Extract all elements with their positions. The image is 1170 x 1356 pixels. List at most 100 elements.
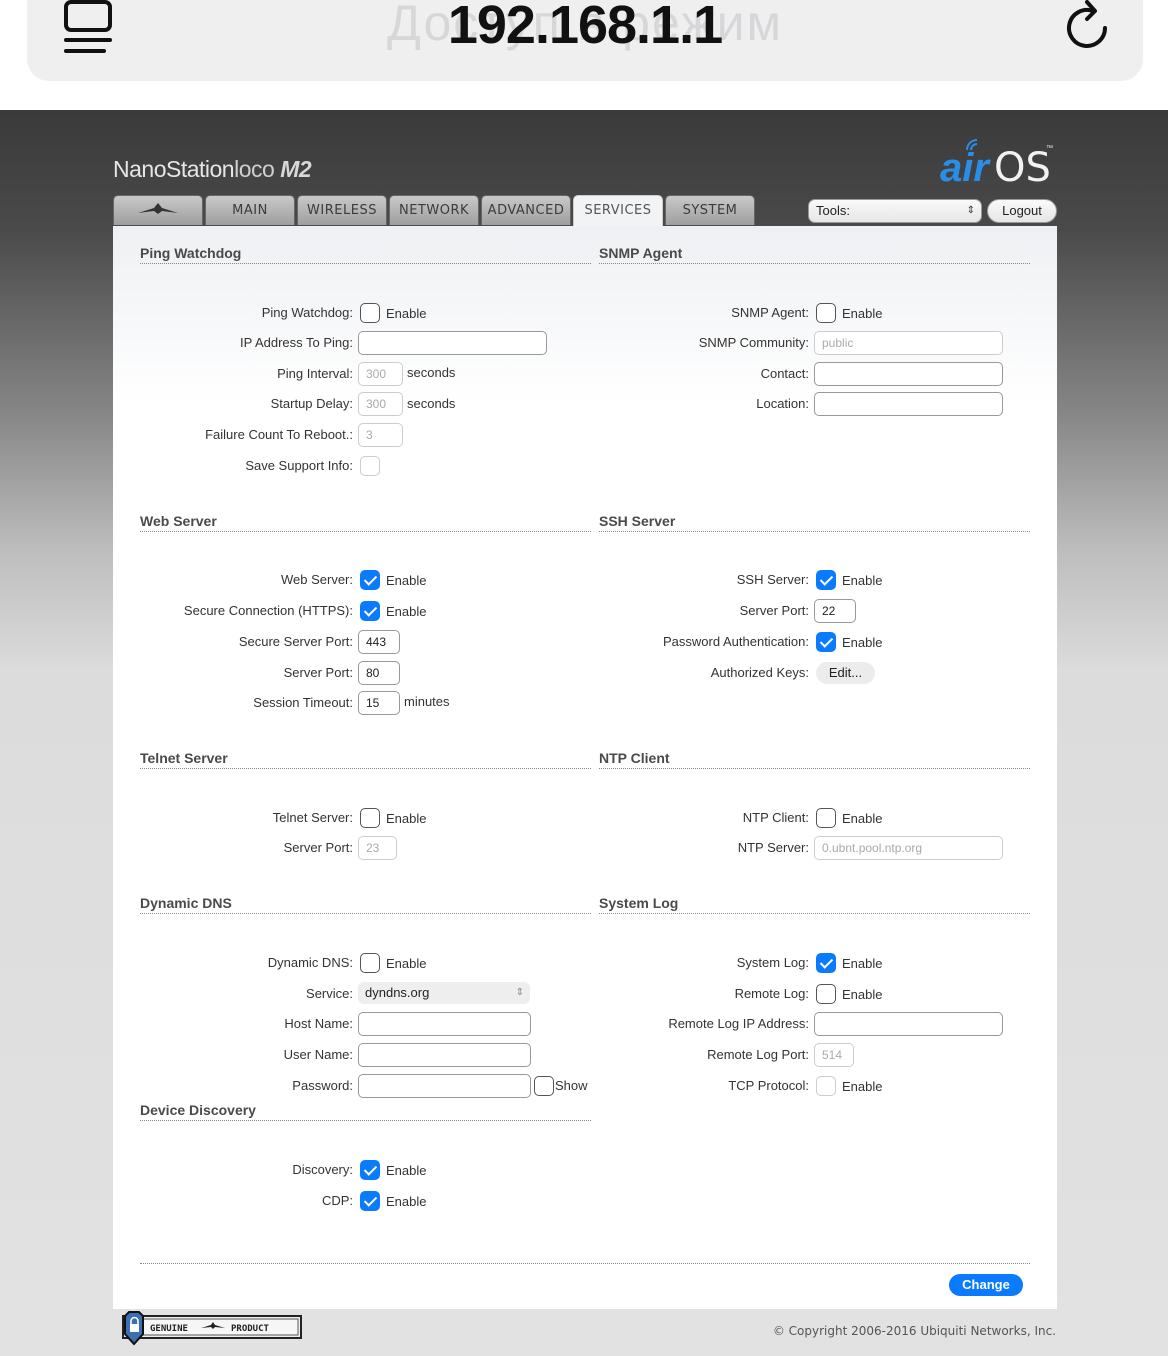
ddns-host-label: Host Name: bbox=[284, 1016, 353, 1031]
section-divider bbox=[140, 768, 591, 769]
section-title-telnet: Telnet Server bbox=[140, 750, 228, 766]
telnet-port-input[interactable]: 23 bbox=[358, 836, 397, 860]
section-title-ntp: NTP Client bbox=[599, 750, 670, 766]
ddns-enable-text: Enable bbox=[386, 956, 427, 971]
snmp-agent-label: SNMP Agent: bbox=[731, 305, 809, 320]
ddns-service-label: Service: bbox=[306, 986, 353, 1001]
section-divider bbox=[599, 913, 1030, 914]
ntp-client-label: NTP Client: bbox=[742, 810, 809, 825]
password-auth-label: Password Authentication: bbox=[663, 634, 809, 649]
discovery-checkbox[interactable] bbox=[360, 1160, 380, 1180]
logout-button[interactable]: Logout bbox=[987, 199, 1057, 223]
failure-count-input[interactable]: 3 bbox=[358, 423, 403, 447]
tab-services[interactable]: SERVICES bbox=[573, 195, 663, 226]
section-divider bbox=[140, 531, 591, 532]
web-server-checkbox[interactable] bbox=[360, 570, 380, 590]
web-port-label: Server Port: bbox=[283, 665, 353, 680]
tab-network[interactable]: NETWORK bbox=[389, 195, 479, 225]
contact-input[interactable] bbox=[814, 362, 1003, 386]
ping-watchdog-label: Ping Watchdog: bbox=[261, 305, 353, 320]
ping-interval-input[interactable]: 300 bbox=[358, 362, 403, 386]
system-log-enable-text: Enable bbox=[842, 956, 883, 971]
ddns-password-input[interactable] bbox=[358, 1074, 531, 1098]
tab-ubnt-logo[interactable] bbox=[113, 195, 203, 225]
section-divider bbox=[140, 1120, 591, 1121]
ssh-port-label: Server Port: bbox=[739, 603, 809, 618]
ddns-user-label: User Name: bbox=[283, 1047, 353, 1062]
device-brand: NanoStationloco M2 bbox=[113, 156, 312, 183]
section-title-ssh: SSH Server bbox=[599, 513, 676, 529]
ntp-server-input[interactable]: 0.ubnt.pool.ntp.org bbox=[814, 836, 1003, 860]
password-auth-enable-text: Enable bbox=[842, 635, 883, 650]
ddns-user-input[interactable] bbox=[358, 1043, 531, 1067]
reload-icon[interactable] bbox=[1065, 0, 1113, 56]
remote-log-port-input[interactable]: 514 bbox=[814, 1043, 854, 1067]
startup-delay-input[interactable]: 300 bbox=[358, 392, 403, 416]
session-timeout-label: Session Timeout: bbox=[253, 695, 353, 710]
ubiquiti-logo-icon bbox=[138, 203, 178, 214]
select-arrows-icon: ⇕ bbox=[515, 987, 524, 998]
authorized-keys-edit-button[interactable]: Edit... bbox=[816, 662, 875, 684]
show-password-checkbox[interactable] bbox=[534, 1076, 554, 1096]
tab-wireless[interactable]: WIRELESS bbox=[297, 195, 387, 225]
tools-select[interactable]: Tools: ⇕ bbox=[808, 199, 982, 223]
web-port-input[interactable]: 80 bbox=[358, 661, 400, 685]
services-panel: Ping Watchdog Ping Watchdog: Enable IP A… bbox=[113, 226, 1057, 1309]
section-divider bbox=[599, 768, 1030, 769]
brand-model: M2 bbox=[280, 156, 312, 182]
session-timeout-input[interactable]: 15 bbox=[358, 691, 400, 715]
system-log-checkbox[interactable] bbox=[816, 953, 836, 973]
telnet-server-enable-text: Enable bbox=[386, 811, 427, 826]
https-checkbox[interactable] bbox=[360, 601, 380, 621]
tab-main[interactable]: MAIN bbox=[205, 195, 295, 225]
telnet-server-label: Telnet Server: bbox=[272, 810, 353, 825]
tab-system[interactable]: SYSTEM bbox=[665, 195, 755, 225]
change-button[interactable]: Change bbox=[949, 1274, 1023, 1296]
tab-advanced[interactable]: ADVANCED bbox=[481, 195, 571, 225]
brand-main: NanoStation bbox=[113, 156, 235, 182]
reader-icon[interactable] bbox=[64, 0, 112, 56]
remote-log-ip-input[interactable] bbox=[814, 1012, 1003, 1036]
ip-to-ping-input[interactable] bbox=[358, 331, 547, 355]
ssh-port-input[interactable]: 22 bbox=[814, 599, 856, 623]
cdp-checkbox[interactable] bbox=[360, 1191, 380, 1211]
ddns-host-input[interactable] bbox=[358, 1012, 531, 1036]
startup-delay-label: Startup Delay: bbox=[270, 396, 353, 411]
tcp-protocol-checkbox[interactable] bbox=[816, 1076, 836, 1096]
telnet-server-checkbox[interactable] bbox=[360, 808, 380, 828]
web-server-label: Web Server: bbox=[280, 572, 353, 587]
secure-port-label: Secure Server Port: bbox=[238, 634, 353, 649]
brand-loco: loco bbox=[234, 156, 275, 182]
remote-log-label: Remote Log: bbox=[734, 986, 809, 1001]
ntp-client-checkbox[interactable] bbox=[816, 808, 836, 828]
ddns-service-select[interactable]: dyndns.org ⇕ bbox=[358, 982, 530, 1004]
section-divider bbox=[140, 263, 591, 264]
location-input[interactable] bbox=[814, 392, 1003, 416]
snmp-agent-checkbox[interactable] bbox=[816, 303, 836, 323]
contact-label: Contact: bbox=[760, 366, 809, 381]
browser-address-bar[interactable]: Доступ в режим 192.168.1.1 bbox=[27, 0, 1143, 81]
svg-text:OS: OS bbox=[994, 145, 1051, 186]
section-divider bbox=[599, 531, 1030, 532]
tcp-protocol-label: TCP Protocol: bbox=[728, 1078, 809, 1093]
ddns-checkbox[interactable] bbox=[360, 953, 380, 973]
secure-port-input[interactable]: 443 bbox=[358, 630, 400, 654]
ddns-password-label: Password: bbox=[292, 1078, 353, 1093]
ntp-server-label: NTP Server: bbox=[737, 840, 809, 855]
remote-log-ip-label: Remote Log IP Address: bbox=[668, 1016, 809, 1031]
show-password-text: Show bbox=[555, 1078, 588, 1093]
ntp-client-enable-text: Enable bbox=[842, 811, 883, 826]
ssh-server-label: SSH Server: bbox=[736, 572, 809, 587]
https-enable-text: Enable bbox=[386, 604, 427, 619]
password-auth-checkbox[interactable] bbox=[816, 632, 836, 652]
snmp-community-input[interactable]: public bbox=[814, 331, 1003, 355]
ping-watchdog-checkbox[interactable] bbox=[360, 303, 380, 323]
telnet-port-label: Server Port: bbox=[283, 840, 353, 855]
badge-left-text: GENUINE bbox=[150, 1324, 188, 1334]
snmp-agent-enable-text: Enable bbox=[842, 306, 883, 321]
ssh-server-checkbox[interactable] bbox=[816, 570, 836, 590]
url-text[interactable]: 192.168.1.1 bbox=[27, 0, 1143, 56]
save-support-info-checkbox[interactable] bbox=[360, 456, 380, 476]
remote-log-checkbox[interactable] bbox=[816, 984, 836, 1004]
https-label: Secure Connection (HTTPS): bbox=[183, 603, 353, 618]
